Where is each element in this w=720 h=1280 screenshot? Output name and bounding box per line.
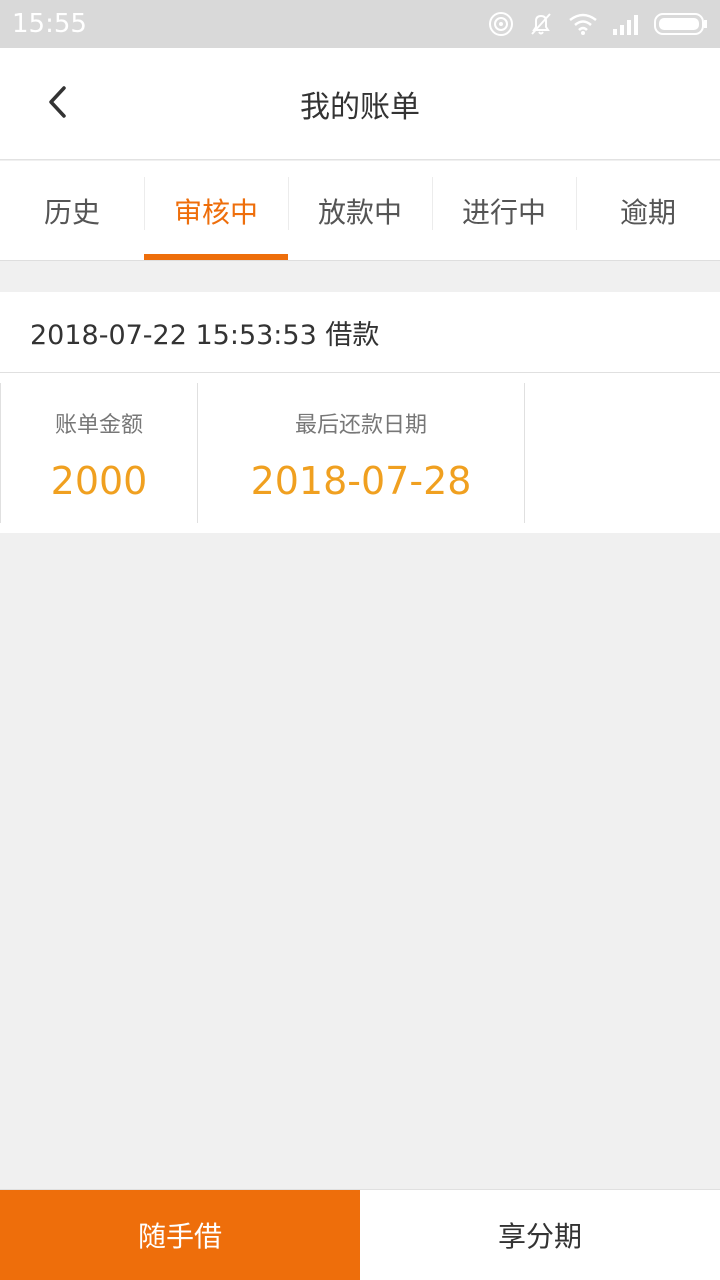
bill-amount-cell: 账单金额 2000 bbox=[0, 383, 197, 523]
status-icons bbox=[488, 11, 708, 37]
tab-overdue[interactable]: 逾期 bbox=[576, 161, 720, 260]
bill-card[interactable]: 2018-07-22 15:53:53 借款 账单金额 2000 最后还款日期 … bbox=[0, 292, 720, 533]
mute-icon bbox=[528, 11, 554, 37]
due-date-cell: 最后还款日期 2018-07-28 bbox=[197, 383, 524, 523]
bill-amount-value: 2000 bbox=[50, 459, 148, 503]
header: 我的账单 bbox=[0, 48, 720, 160]
bill-title: 2018-07-22 15:53:53 借款 bbox=[0, 292, 720, 373]
hotspot-icon bbox=[488, 11, 514, 37]
chevron-left-icon bbox=[46, 84, 70, 124]
tab-bar: 历史 审核中 放款中 进行中 逾期 bbox=[0, 161, 720, 261]
signal-icon bbox=[612, 13, 640, 35]
back-button[interactable] bbox=[30, 76, 86, 132]
due-date-value: 2018-07-28 bbox=[250, 459, 472, 503]
bill-details: 账单金额 2000 最后还款日期 2018-07-28 bbox=[0, 373, 720, 533]
tab-disbursing[interactable]: 放款中 bbox=[288, 161, 432, 260]
tab-in-progress[interactable]: 进行中 bbox=[432, 161, 576, 260]
status-time: 15:55 bbox=[12, 9, 87, 39]
borrow-button[interactable]: 随手借 bbox=[0, 1190, 360, 1280]
status-bar: 15:55 bbox=[0, 0, 720, 48]
bill-amount-label: 账单金额 bbox=[54, 413, 143, 438]
empty-cell bbox=[524, 383, 720, 523]
page-title: 我的账单 bbox=[300, 90, 420, 125]
tab-under-review[interactable]: 审核中 bbox=[144, 161, 288, 260]
tab-history[interactable]: 历史 bbox=[0, 161, 144, 260]
battery-icon bbox=[654, 12, 708, 36]
due-date-label: 最后还款日期 bbox=[294, 413, 427, 438]
installment-button[interactable]: 享分期 bbox=[360, 1190, 720, 1280]
bottom-bar: 随手借 享分期 bbox=[0, 1189, 720, 1280]
wifi-icon bbox=[568, 12, 598, 36]
